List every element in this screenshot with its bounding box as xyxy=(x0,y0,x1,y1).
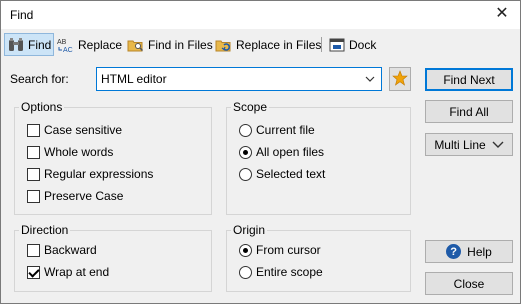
scope-all-open-files-label: All open files xyxy=(256,145,325,159)
folder-replace-icon xyxy=(215,36,233,54)
tab-find[interactable]: Find xyxy=(4,33,55,56)
scope-selected-text-radio[interactable] xyxy=(239,167,252,181)
whole-words-label: Whole words xyxy=(44,145,114,159)
regular-expressions-option[interactable]: Regular expressions xyxy=(27,167,153,181)
preserve-case-label: Preserve Case xyxy=(44,189,124,203)
toolbar-separator xyxy=(321,37,322,52)
scope-current-file-label: Current file xyxy=(256,123,315,137)
window-title: Find xyxy=(10,8,34,22)
scope-selected-text-option[interactable]: Selected text xyxy=(239,167,325,181)
regular-expressions-checkbox[interactable] xyxy=(27,167,40,181)
star-icon xyxy=(392,69,408,89)
find-all-label: Find All xyxy=(449,104,489,119)
find-next-button[interactable]: Find Next xyxy=(425,68,513,91)
toolbar: Find AB AC Replace Find in Files Replace… xyxy=(1,30,520,59)
replace-ab-icon: AB AC xyxy=(57,36,75,54)
search-input[interactable]: HTML editor xyxy=(96,67,382,91)
find-dialog: Find ✕ Find AB AC Replace Find in Files … xyxy=(0,0,521,304)
chevron-down-icon xyxy=(492,141,504,149)
close-label: Close xyxy=(453,276,485,291)
origin-group: Origin From cursor Entire scope xyxy=(226,223,411,292)
wrap-at-end-checkbox[interactable] xyxy=(27,265,40,279)
svg-text:AB: AB xyxy=(57,39,67,46)
preserve-case-checkbox[interactable] xyxy=(27,189,40,203)
options-title: Options xyxy=(19,100,65,114)
svg-text:AC: AC xyxy=(63,47,73,53)
case-sensitive-checkbox[interactable] xyxy=(27,123,40,137)
help-label: Help xyxy=(467,244,492,259)
help-icon: ? xyxy=(446,244,462,259)
folder-search-icon xyxy=(127,36,145,54)
close-icon[interactable]: ✕ xyxy=(492,4,512,24)
help-button[interactable]: ? Help xyxy=(425,240,513,263)
regular-expressions-label: Regular expressions xyxy=(44,167,154,181)
chevron-down-icon[interactable] xyxy=(363,71,377,87)
search-input-value: HTML editor xyxy=(101,72,167,86)
multi-line-button[interactable]: Multi Line xyxy=(425,133,513,156)
title-bar: Find ✕ xyxy=(1,1,520,29)
wrap-at-end-option[interactable]: Wrap at end xyxy=(27,265,109,279)
favorites-button[interactable] xyxy=(389,67,411,91)
scope-selected-text-label: Selected text xyxy=(256,167,326,181)
tab-find-in-files[interactable]: Find in Files xyxy=(125,33,215,56)
case-sensitive-option[interactable]: Case sensitive xyxy=(27,123,122,137)
origin-from-cursor-option[interactable]: From cursor xyxy=(239,243,321,257)
scope-all-open-files-option[interactable]: All open files xyxy=(239,145,324,159)
tab-find-label: Find xyxy=(28,37,52,52)
origin-from-cursor-label: From cursor xyxy=(256,243,321,257)
close-button[interactable]: Close xyxy=(425,272,513,295)
tab-replace-label: Replace xyxy=(78,37,123,52)
binoculars-icon xyxy=(7,36,25,54)
whole-words-checkbox[interactable] xyxy=(27,145,40,159)
scope-all-open-files-radio[interactable] xyxy=(239,145,252,159)
scope-title: Scope xyxy=(231,100,270,114)
origin-entire-scope-option[interactable]: Entire scope xyxy=(239,265,323,279)
preserve-case-option[interactable]: Preserve Case xyxy=(27,189,123,203)
origin-entire-scope-radio[interactable] xyxy=(239,265,252,279)
scope-current-file-option[interactable]: Current file xyxy=(239,123,315,137)
search-label: Search for: xyxy=(10,72,69,86)
tab-replace[interactable]: AB AC Replace xyxy=(55,33,124,56)
origin-entire-scope-label: Entire scope xyxy=(256,265,323,279)
tab-find-in-files-label: Find in Files xyxy=(148,37,213,52)
find-all-button[interactable]: Find All xyxy=(425,100,513,123)
case-sensitive-label: Case sensitive xyxy=(44,123,123,137)
tab-replace-in-files[interactable]: Replace in Files xyxy=(213,33,323,56)
backward-option[interactable]: Backward xyxy=(27,243,97,257)
origin-from-cursor-radio[interactable] xyxy=(239,243,252,257)
whole-words-option[interactable]: Whole words xyxy=(27,145,113,159)
dock-button[interactable]: Dock xyxy=(326,33,378,56)
direction-group: Direction Backward Wrap at end xyxy=(14,223,212,292)
multi-line-label: Multi Line xyxy=(434,137,486,152)
wrap-at-end-label: Wrap at end xyxy=(44,265,110,279)
scope-current-file-radio[interactable] xyxy=(239,123,252,137)
dock-icon xyxy=(328,36,346,54)
backward-label: Backward xyxy=(44,243,97,257)
scope-group: Scope Current file All open files Select… xyxy=(226,100,411,215)
dock-label: Dock xyxy=(349,37,377,52)
direction-title: Direction xyxy=(19,223,71,237)
find-next-label: Find Next xyxy=(443,72,495,87)
options-group: Options Case sensitive Whole words Regul… xyxy=(14,100,212,215)
backward-checkbox[interactable] xyxy=(27,243,40,257)
origin-title: Origin xyxy=(231,223,268,237)
tab-replace-in-files-label: Replace in Files xyxy=(236,37,322,52)
